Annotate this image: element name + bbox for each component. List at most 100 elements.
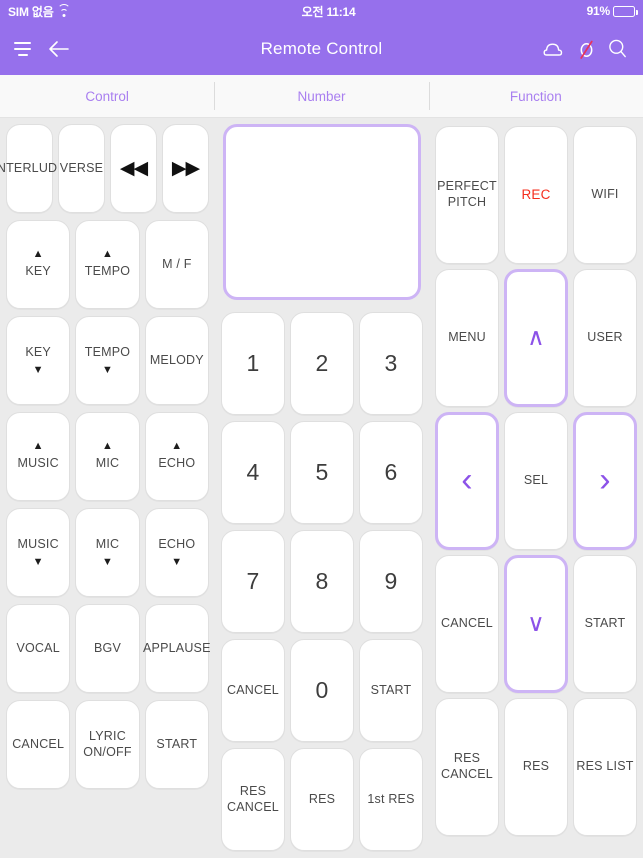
key-num-6[interactable]: 6 — [359, 421, 423, 524]
number-row-1: 4 5 6 — [221, 421, 435, 524]
key-num-5[interactable]: 5 — [290, 421, 354, 524]
key-vocal[interactable]: VOCAL — [6, 604, 71, 693]
header-left-actions — [14, 39, 71, 59]
key-key-down[interactable]: KEY ▼ — [6, 316, 71, 405]
function-row-4: RES CANCEL RES RES LIST — [435, 698, 643, 836]
key-fn-res-cancel[interactable]: RES CANCEL — [435, 698, 499, 836]
key-num-8-label: 8 — [315, 568, 329, 595]
key-bgv[interactable]: BGV — [75, 604, 140, 693]
arrow-down-icon: ▼ — [32, 555, 44, 568]
key-interlude-label: INTERLUDE — [0, 160, 66, 175]
key-verse-label: VERSE — [59, 160, 104, 175]
key-fn-res-list[interactable]: RES LIST — [573, 698, 637, 836]
key-nav-down[interactable]: ∨ — [504, 555, 568, 693]
key-tempo-down-label: TEMPO — [84, 345, 131, 360]
key-num-start-label: START — [370, 682, 412, 697]
key-fn-res[interactable]: RES — [504, 698, 568, 836]
key-nav-right-chevron-icon: › — [599, 461, 611, 500]
key-sel[interactable]: SEL — [504, 412, 568, 550]
key-mic-up[interactable]: ▲ MIC — [75, 412, 140, 501]
key-wifi[interactable]: WIFI — [573, 126, 637, 264]
no-entry-slash-icon[interactable] — [575, 37, 598, 61]
number-row-0: 1 2 3 — [221, 312, 435, 415]
key-num-0[interactable]: 0 — [290, 639, 354, 742]
key-start[interactable]: START — [144, 700, 209, 789]
tab-control-label: Control — [85, 88, 129, 104]
number-row-4: RES CANCEL RES 1st RES — [221, 748, 435, 851]
function-row-1: MENU ∧ USER — [435, 269, 643, 407]
key-echo-down[interactable]: ECHO ▼ — [144, 508, 209, 597]
key-melody[interactable]: MELODY — [144, 316, 209, 405]
key-rec-label: REC — [521, 186, 551, 202]
key-num-7[interactable]: 7 — [221, 530, 285, 633]
key-tempo-down[interactable]: TEMPO ▼ — [75, 316, 140, 405]
key-res-label: RES — [308, 791, 336, 806]
key-rewind-glyph: ◀◀ — [119, 157, 148, 179]
key-user[interactable]: USER — [573, 269, 637, 407]
key-fn-start[interactable]: START — [573, 555, 637, 693]
key-key-up[interactable]: ▲ KEY — [6, 220, 71, 309]
key-mic-up-label: MIC — [95, 456, 120, 471]
key-nav-left[interactable]: ‹ — [435, 412, 499, 550]
key-fast-forward[interactable]: ▶▶ — [162, 124, 209, 213]
key-vocal-label: VOCAL — [16, 640, 60, 655]
key-nav-up[interactable]: ∧ — [504, 269, 568, 407]
control-row-2: KEY ▼ TEMPO ▼ MELODY — [6, 316, 221, 405]
search-icon[interactable] — [606, 37, 629, 60]
key-lyric-onoff[interactable]: LYRIC ON/OFF — [75, 700, 140, 789]
key-start-label: START — [156, 736, 198, 751]
key-echo-up[interactable]: ▲ ECHO — [144, 412, 209, 501]
key-verse[interactable]: VERSE — [58, 124, 105, 213]
key-fn-cancel[interactable]: CANCEL — [435, 555, 499, 693]
number-row-2: 7 8 9 — [221, 530, 435, 633]
key-mic-down[interactable]: MIC ▼ — [75, 508, 140, 597]
app-header: Remote Control — [0, 22, 643, 75]
key-num-2[interactable]: 2 — [290, 312, 354, 415]
key-applause[interactable]: APPLAUSE — [143, 604, 211, 693]
cloud-icon[interactable] — [542, 38, 567, 60]
key-menu[interactable]: MENU — [435, 269, 499, 407]
key-res[interactable]: RES — [290, 748, 354, 851]
key-applause-label: APPLAUSE — [143, 640, 211, 655]
key-perfect-pitch[interactable]: PERFECT PITCH — [435, 126, 499, 264]
key-num-5-label: 5 — [315, 459, 329, 486]
key-num-9[interactable]: 9 — [359, 530, 423, 633]
key-nav-left-chevron-icon: ‹ — [461, 461, 473, 500]
number-display[interactable] — [223, 124, 421, 300]
key-rec[interactable]: REC — [504, 126, 568, 264]
key-num-3[interactable]: 3 — [359, 312, 423, 415]
key-music-up[interactable]: ▲ MUSIC — [6, 412, 71, 501]
arrow-up-icon: ▲ — [171, 440, 183, 453]
key-interlude[interactable]: INTERLUDE — [0, 124, 66, 213]
key-tempo-up[interactable]: ▲ TEMPO — [75, 220, 140, 309]
key-rewind[interactable]: ◀◀ — [110, 124, 157, 213]
key-music-down[interactable]: MUSIC ▼ — [6, 508, 71, 597]
key-nav-down-chevron-icon: ∨ — [527, 610, 545, 637]
arrow-up-icon: ▲ — [32, 440, 44, 453]
key-user-label: USER — [587, 330, 623, 345]
key-num-1[interactable]: 1 — [221, 312, 285, 415]
key-num-6-label: 6 — [384, 459, 398, 486]
key-male-female[interactable]: M / F — [144, 220, 209, 309]
wifi-icon — [57, 3, 71, 17]
key-num-4[interactable]: 4 — [221, 421, 285, 524]
remote-control-body: INTERLUDE VERSE ◀◀ ▶▶ ▲ KEY ▲ TEMPO M / F KEY ▼ TEM… — [0, 118, 643, 858]
key-res-cancel[interactable]: RES CANCEL — [221, 748, 285, 851]
tab-function[interactable]: Function — [428, 75, 643, 117]
key-num-start[interactable]: START — [359, 639, 423, 742]
back-arrow-icon[interactable] — [47, 39, 71, 59]
tab-control[interactable]: Control — [0, 75, 214, 117]
arrow-up-icon: ▲ — [101, 440, 114, 453]
key-num-cancel[interactable]: CANCEL — [221, 639, 285, 742]
key-num-7-label: 7 — [246, 568, 260, 595]
arrow-up-icon: ▲ — [32, 248, 44, 261]
key-first-res[interactable]: 1st RES — [359, 748, 423, 851]
key-cancel[interactable]: CANCEL — [6, 700, 71, 789]
tab-function-label: Function — [509, 88, 562, 104]
tab-number[interactable]: Number — [214, 75, 428, 117]
key-first-res-label: 1st RES — [367, 791, 415, 806]
key-num-8[interactable]: 8 — [290, 530, 354, 633]
hamburger-menu-icon[interactable] — [14, 41, 31, 56]
number-row-3: CANCEL 0 START — [221, 639, 435, 742]
key-nav-right[interactable]: › — [573, 412, 637, 550]
